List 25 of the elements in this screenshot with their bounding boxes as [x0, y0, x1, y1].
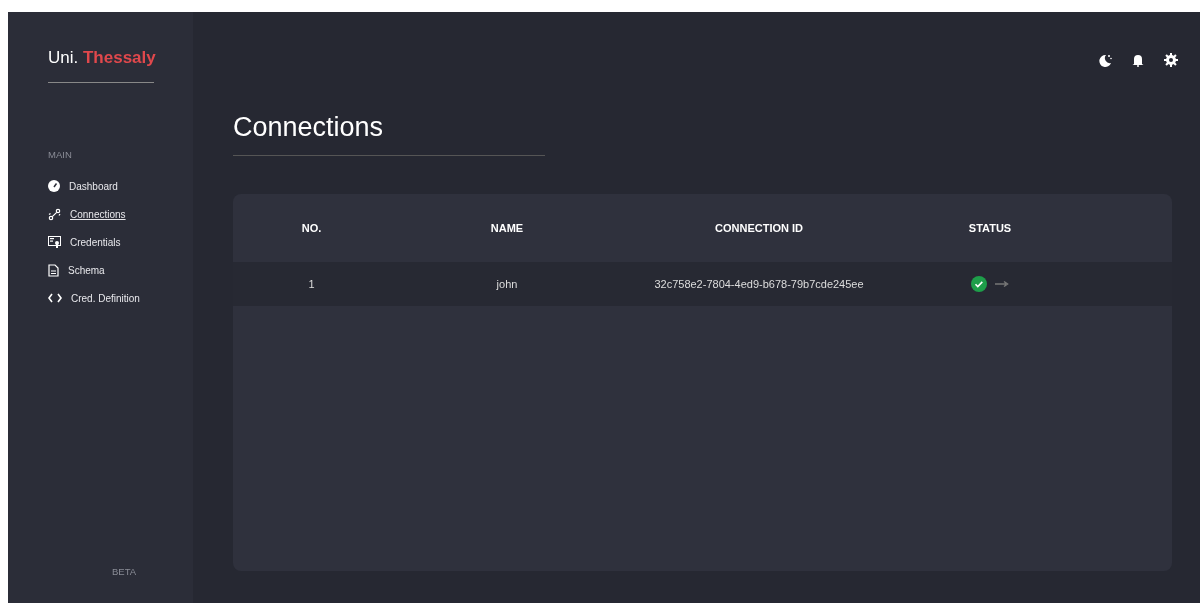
bell-icon[interactable]	[1132, 53, 1144, 67]
column-header: NO.	[301, 222, 322, 234]
column-header: NAME	[490, 222, 524, 234]
sidebar-item[interactable]: Dashboard	[48, 172, 118, 200]
dashboard-icon	[48, 180, 60, 192]
brand-logo: Uni. Thessaly	[48, 48, 154, 83]
page-title: Connections	[233, 112, 545, 156]
beta-label: BETA	[112, 566, 137, 577]
code-icon	[48, 293, 62, 303]
table-cell: 1	[308, 278, 315, 290]
certificate-icon	[48, 236, 61, 248]
sidebar-item[interactable]: Cred. Definition	[48, 284, 140, 312]
sidebar-item[interactable]: Credentials	[48, 228, 121, 256]
section-heading: MAIN	[48, 149, 72, 160]
column-header: CONNECTION ID	[715, 222, 803, 234]
settings-icon[interactable]	[1164, 53, 1178, 67]
sidebar-item[interactable]: Connections	[48, 200, 126, 228]
table-cell: john	[496, 278, 518, 290]
sidebar-item[interactable]: Schema	[48, 256, 105, 284]
arrow-icon[interactable]	[995, 280, 1009, 288]
table-cell: 32c758e2-7804-4ed9-b678-79b7cde245ee	[654, 278, 864, 290]
column-header: STATUS	[968, 222, 1012, 234]
link-icon	[48, 207, 61, 221]
document-icon	[48, 263, 59, 277]
moon-icon[interactable]	[1098, 53, 1112, 67]
